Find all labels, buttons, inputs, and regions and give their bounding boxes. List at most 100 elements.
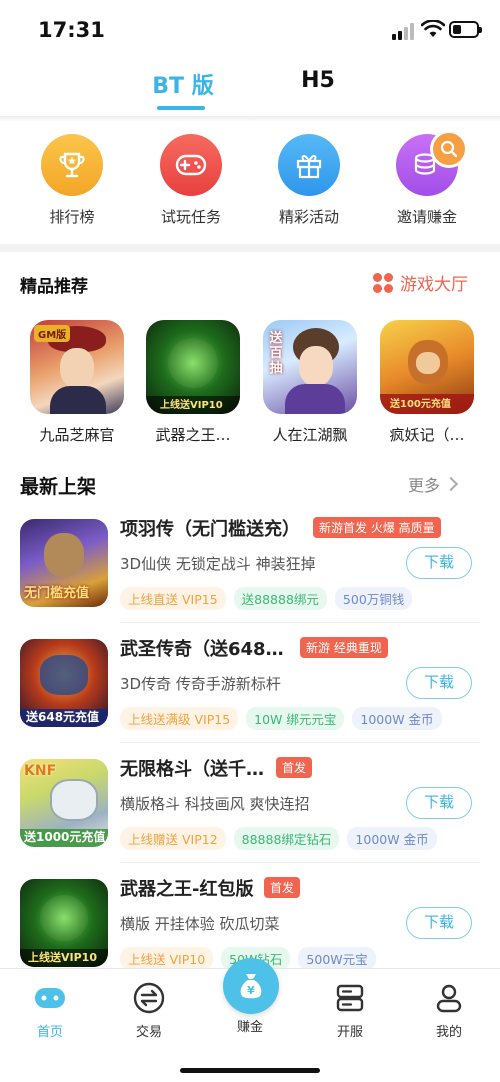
thumbnail-caption: 送1000元充值 [24,830,106,844]
featured-game[interactable]: GM版 九品芝麻官 [22,320,132,445]
download-button[interactable]: 下载 [406,907,472,939]
row-divider [120,742,480,743]
coins-icon [396,130,468,196]
gift-icon [278,134,340,196]
game-tag: 首发 [276,757,313,778]
quick-action-label: 排行榜 [49,208,95,226]
more-label: 更多 [408,476,441,495]
server-icon [333,981,367,1015]
image-badge: 送百抽 [269,331,283,376]
row-divider [120,622,480,623]
game-cover-image: GM版 [30,320,124,414]
featured-game[interactable]: 上线送VIP10 武器之王… [138,320,248,445]
nav-earn-button[interactable]: ¥ [223,958,279,1014]
game-perks: 上线赠送 VIP12 88888绑定钻石 1000W 金币 [120,827,437,850]
nav-label: 首页 [36,1025,63,1040]
perk-chip: 1000W 金币 [352,707,442,730]
nav-home[interactable]: 首页 [15,981,85,1040]
nav-label: 我的 [435,1025,462,1040]
gamepad-icon [160,134,222,196]
battery-icon [449,21,482,38]
nav-servers[interactable]: 开服 [315,981,385,1040]
nav-label: 赚金 [236,1020,263,1035]
quick-action-label: 精彩活动 [278,208,339,226]
featured-game-title: 疯妖记（… [389,426,465,444]
chevron-right-icon [443,476,459,492]
game-description: 3D传奇 传奇手游新标杆 [120,675,281,693]
perk-chip: 上线送 VIP10 [120,947,214,970]
nav-profile[interactable]: 我的 [414,981,484,1040]
status-bar: 17:31 [0,0,500,60]
game-tag: 首发 [264,877,301,898]
search-button[interactable] [430,130,468,168]
svg-text:¥: ¥ [247,984,255,997]
image-badge: GM版 [34,325,71,342]
game-hall-link[interactable]: 游戏大厅 [372,270,468,295]
perk-chip: 500W元宝 [298,947,376,970]
game-row[interactable]: KNF 送1000元充值 无限格斗（送千… 首发 横版格斗 科技画风 爽快连招 … [0,755,500,875]
game-thumbnail: KNF 送1000元充值 [20,759,108,847]
tab-bt[interactable]: BT 版 [148,68,218,100]
wifi-icon [421,20,445,37]
image-badge: 上线送VIP10 [160,400,223,411]
download-button[interactable]: 下载 [406,787,472,819]
game-cover-image: 上线送VIP10 [146,320,240,414]
money-bag-icon: ¥ [240,974,262,999]
new-section-title: 最新上架 [20,476,97,498]
perk-chip: 上线直送 VIP15 [120,587,226,610]
game-perks: 上线直送 VIP15 送88888绑元 500万铜钱 [120,587,413,610]
row-divider [120,862,480,863]
section-divider [0,244,500,252]
quick-actions: 排行榜 试玩任务 精彩活动 邀请赚金 [0,130,500,238]
image-badge: 送100元充值 [390,399,451,410]
nav-label: 开服 [336,1025,363,1040]
game-row[interactable]: 送648元充值 武圣传奇（送648… 新游 经典重现 3D传奇 传奇手游新标杆 … [0,635,500,755]
featured-game-title: 人在江湖飘 [272,426,348,444]
perk-chip: 1000W 金币 [347,827,437,850]
thumbnail-caption: 送648元充值 [26,710,100,724]
download-button[interactable]: 下载 [406,667,472,699]
game-cover-image: 送100元充值 [380,320,474,414]
trophy-icon [41,134,103,196]
quick-action-invite[interactable]: 邀请赚金 [377,130,477,227]
game-description: 3D仙侠 无锁定战斗 神装狂掉 [120,555,316,573]
nav-label: 交易 [135,1025,162,1040]
quick-action-trial-tasks[interactable]: 试玩任务 [141,134,241,227]
nav-trade[interactable]: 交易 [114,981,184,1040]
featured-section-title: 精品推荐 [20,277,88,297]
featured-game[interactable]: 送百抽 人在江湖飘 [255,320,365,445]
quick-action-ranking[interactable]: 排行榜 [22,134,122,227]
status-time: 17:31 [38,18,105,42]
home-indicator [180,1068,320,1073]
download-button[interactable]: 下载 [406,547,472,579]
tab-h5[interactable]: H5 [288,68,348,93]
game-hall-label: 游戏大厅 [400,275,468,295]
game-row[interactable]: 无门槛充值 项羽传（无门槛送充） 新游首发 火爆 高质量 3D仙侠 无锁定战斗 … [0,515,500,635]
quick-action-events[interactable]: 精彩活动 [259,134,359,227]
game-thumbnail: 上线送VIP10 [20,879,108,967]
quick-action-label: 试玩任务 [160,208,221,226]
game-thumbnail: 送648元充值 [20,639,108,727]
featured-game-title: 九品芝麻官 [39,426,115,444]
perk-chip: 10W 绑元元宝 [246,707,345,730]
platform-tabs: BT 版 H5 [0,68,500,118]
quick-action-label: 邀请赚金 [396,208,457,226]
game-tag: 新游首发 火爆 高质量 [313,517,441,538]
cellular-signal-icon [392,22,418,40]
thumbnail-caption: 上线送VIP10 [28,951,97,964]
featured-game[interactable]: 送100元充值 疯妖记（… [372,320,482,445]
grid-flower-icon [372,272,394,294]
thumbnail-caption: 无门槛充值 [24,586,90,601]
game-name: 武圣传奇（送648… [120,639,284,660]
game-name: 武器之王-红包版 [120,879,254,900]
more-link[interactable]: 更多 [408,472,459,496]
game-name: 项羽传（无门槛送充） [120,519,300,540]
game-name: 无限格斗（送千… [120,759,264,780]
search-icon [440,140,458,158]
exchange-icon [132,981,166,1015]
game-cover-image: 送百抽 [263,320,357,414]
perk-chip: 500万铜钱 [334,587,413,610]
perk-chip: 88888绑定钻石 [233,827,340,850]
perk-chip: 上线赠送 VIP12 [120,827,226,850]
header-divider [0,116,500,122]
